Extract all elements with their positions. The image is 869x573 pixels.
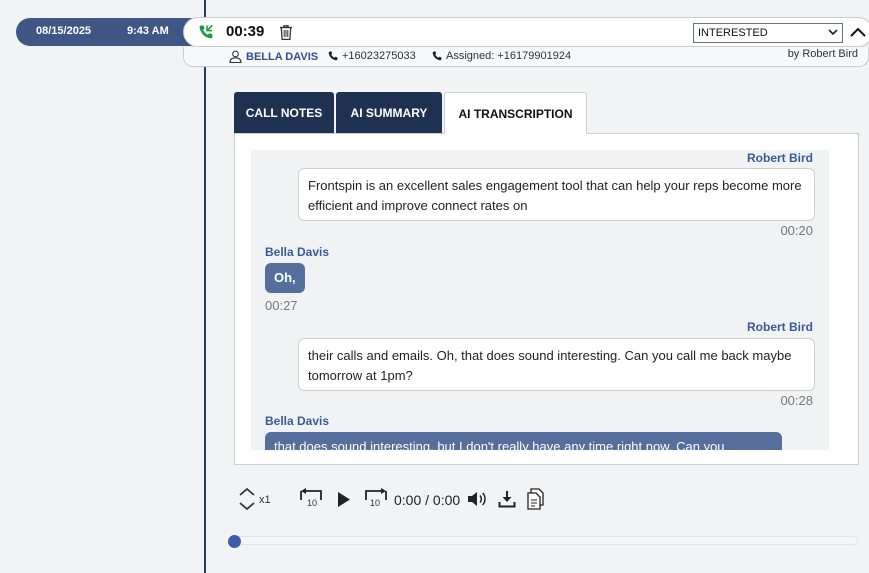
call-time: 9:43 AM xyxy=(127,25,169,37)
call-subinfo: BELLA DAVIS +16023275033 Assigned: +1617… xyxy=(183,47,869,67)
assigned-number: Assigned: +16179901924 xyxy=(446,50,572,62)
message-timestamp: 00:28 xyxy=(780,393,813,408)
tab-ai-transcription[interactable]: AI TRANSCRIPTION xyxy=(444,92,587,134)
message-bubble: that does sound interesting, but I don't… xyxy=(265,432,782,450)
message-bubble: Oh, xyxy=(265,263,305,293)
playback-progress-knob[interactable] xyxy=(228,535,241,548)
message-timestamp: 00:20 xyxy=(780,223,813,238)
audio-player: x1 10 10 0:00 / 0:00 xyxy=(236,486,566,516)
trash-icon[interactable] xyxy=(278,24,294,41)
status-select-value: INTERESTED xyxy=(698,27,768,39)
call-header: 00:39 INTERESTED xyxy=(183,17,869,47)
person-icon xyxy=(229,50,242,63)
tab-call-notes[interactable]: CALL NOTES xyxy=(234,92,334,134)
timeline-line xyxy=(204,0,206,573)
tab-ai-summary[interactable]: AI SUMMARY xyxy=(336,92,442,134)
speaker-name: Robert Bird xyxy=(747,151,813,165)
status-select[interactable]: INTERESTED xyxy=(693,23,843,43)
speed-toggle-icon[interactable] xyxy=(236,486,258,512)
playback-speed[interactable]: x1 xyxy=(259,494,271,506)
download-icon[interactable] xyxy=(498,490,516,508)
playback-progress-track[interactable] xyxy=(233,536,858,545)
rewind-seconds: 10 xyxy=(307,498,318,508)
contact-phone: +16023275033 xyxy=(342,50,416,62)
playback-time: 0:00 / 0:00 xyxy=(394,492,461,508)
phone-icon xyxy=(432,51,442,61)
message-bubble: their calls and emails. Oh, that does so… xyxy=(298,338,815,391)
call-duration: 00:39 xyxy=(226,23,265,40)
transcription-panel: Robert Bird Frontspin is an excellent sa… xyxy=(234,133,859,465)
speaker-name: Bella Davis xyxy=(265,245,330,259)
message-timestamp: 00:27 xyxy=(265,298,298,313)
transcript-file-icon[interactable] xyxy=(526,488,546,510)
forward-seconds: 10 xyxy=(370,498,381,508)
call-date: 08/15/2025 xyxy=(36,25,92,37)
play-icon[interactable] xyxy=(337,491,351,508)
call-owner: by Robert Bird xyxy=(787,48,858,60)
chevron-up-icon xyxy=(850,27,866,37)
message-bubble: Frontspin is an excellent sales engageme… xyxy=(298,168,815,221)
phone-icon xyxy=(328,51,338,61)
contact-name-link[interactable]: BELLA DAVIS xyxy=(246,51,318,63)
transcript-list[interactable]: Robert Bird Frontspin is an excellent sa… xyxy=(251,150,829,450)
volume-icon[interactable] xyxy=(467,491,487,507)
speaker-name: Robert Bird xyxy=(747,320,813,334)
speaker-name: Bella Davis xyxy=(265,414,330,428)
collapse-button[interactable] xyxy=(847,22,869,44)
phone-incoming-icon xyxy=(199,24,213,39)
chevron-down-icon xyxy=(828,29,838,36)
